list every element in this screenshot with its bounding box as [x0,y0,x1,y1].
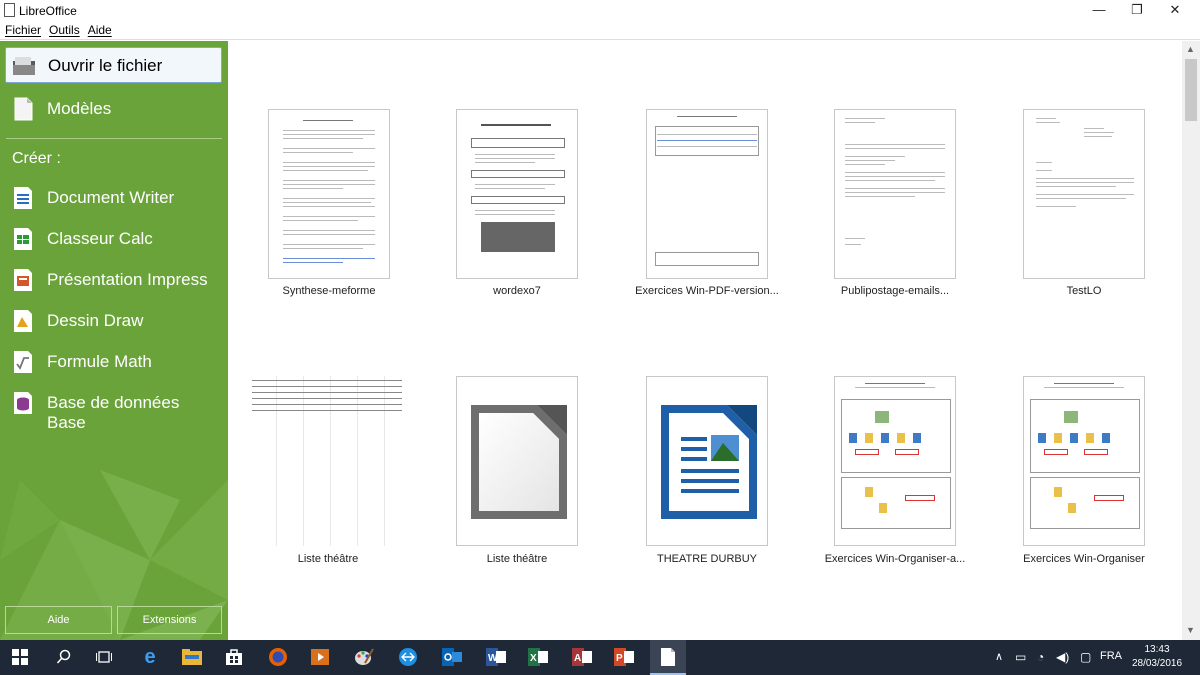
access-icon[interactable]: A [570,645,594,669]
scrollbar-thumb[interactable] [1185,59,1197,121]
create-math-button[interactable]: Formule Math [5,344,222,380]
writer-label: Document Writer [47,188,175,207]
menu-bar: Fichier Outils Aide [0,22,1200,40]
folder-icon [13,57,35,75]
start-center-sidebar: Ouvrir le fichier Modèles Créer : Docume… [0,41,228,640]
scroll-down-icon[interactable]: ▼ [1186,625,1195,635]
recent-doc-thumbnail[interactable] [646,109,768,279]
recent-doc-title: Liste théâtre [486,553,548,565]
recent-doc-thumbnail[interactable] [834,109,956,279]
recent-doc-title: Exercices Win-Organiser [1023,553,1145,565]
impress-label: Présentation Impress [47,270,208,289]
libreoffice-generic-icon [471,405,567,519]
title-bar: LibreOffice — ❐ ✕ [0,0,1200,22]
task-view-icon[interactable] [92,645,116,669]
math-label: Formule Math [47,352,152,371]
recent-doc-title: Publipostage-emails... [840,285,950,297]
show-hidden-icons-icon[interactable]: ∧ [995,650,1003,663]
notification-icon[interactable]: ▢ [1080,650,1091,664]
draw-icon [14,310,32,332]
create-impress-button[interactable]: Présentation Impress [5,262,222,298]
svg-text:P: P [616,653,623,664]
recent-doc-thumbnail[interactable] [268,109,390,279]
extensions-button[interactable]: Extensions [117,606,222,634]
writer-document-icon [661,405,757,519]
recent-doc-title: Synthese-meforme [282,285,376,297]
windows-start-icon[interactable] [8,645,32,669]
create-heading: Créer : [12,150,61,167]
recent-doc-title: Liste théâtre [297,553,359,565]
calc-icon [14,228,32,250]
base-label: Base de données Base [47,393,180,432]
firefox-icon[interactable] [266,645,290,669]
impress-icon [14,269,32,291]
recent-documents-panel: Synthese-meforme wordexo7 Exercices Win-… [228,41,1182,640]
word-icon[interactable]: W [484,645,508,669]
excel-icon[interactable]: X [526,645,550,669]
templates-button[interactable]: Modèles [5,91,222,127]
store-icon[interactable] [222,645,246,669]
open-file-button[interactable]: Ouvrir le fichier [5,47,222,83]
menu-aide[interactable]: Aide [84,22,116,37]
recent-doc-thumbnail[interactable] [646,376,768,546]
create-draw-button[interactable]: Dessin Draw [5,303,222,339]
svg-text:W: W [488,653,498,664]
create-base-button[interactable]: Base de données Base [5,385,222,432]
search-icon[interactable] [52,645,76,669]
svg-text:X: X [530,653,537,664]
menu-fichier[interactable]: Fichier [0,22,45,37]
base-icon [14,392,32,414]
templates-icon [14,97,33,121]
system-clock[interactable]: 13:43 28/03/2016 [1128,643,1186,671]
create-writer-button[interactable]: Document Writer [5,180,222,216]
writer-icon [14,187,32,209]
menu-outils[interactable]: Outils [45,22,84,37]
recent-doc-thumbnail[interactable] [456,376,578,546]
language-indicator[interactable]: FRA [1100,650,1122,662]
battery-icon[interactable]: ▭ [1015,650,1026,664]
paint-icon[interactable] [352,645,376,669]
windows-taskbar: e W X A P ∧ ▭ ◔ ◀) ▢ FRA 13:43 28/03/201… [0,640,1200,675]
volume-icon[interactable]: ◀) [1056,650,1069,664]
recent-doc-thumbnail[interactable] [456,109,578,279]
recent-doc-title: wordexo7 [493,285,541,297]
teamviewer-icon[interactable] [396,645,420,669]
libreoffice-icon [4,3,15,17]
recent-doc-title: THEATRE DURBUY [656,553,758,565]
recent-doc-title: Exercices Win-PDF-version... [635,285,779,297]
clock-date: 28/03/2016 [1131,658,1183,669]
outlook-icon[interactable] [440,645,464,669]
libreoffice-taskbar-icon[interactable] [650,640,686,675]
recent-doc-thumbnail[interactable] [1023,376,1145,546]
recent-doc-thumbnail[interactable] [834,376,956,546]
edge-icon[interactable]: e [138,645,162,669]
window-title: LibreOffice [19,4,77,18]
draw-label: Dessin Draw [47,311,144,330]
help-button[interactable]: Aide [5,606,112,634]
recent-doc-thumbnail[interactable] [250,376,405,546]
vertical-scrollbar[interactable]: ▲ ▼ [1182,41,1200,640]
open-file-label: Ouvrir le fichier [48,56,163,75]
math-icon [14,351,32,373]
recent-doc-title: TestLO [1066,285,1102,297]
recent-doc-thumbnail[interactable] [1023,109,1145,279]
templates-label: Modèles [47,99,112,118]
scroll-up-icon[interactable]: ▲ [1186,44,1195,54]
recent-doc-title: Exercices Win-Organiser-a... [824,553,966,565]
svg-text:A: A [574,653,581,664]
file-explorer-icon[interactable] [180,645,204,669]
wifi-icon[interactable]: ◔ [1037,650,1044,664]
create-calc-button[interactable]: Classeur Calc [5,221,222,257]
clock-time: 13:43 [1144,644,1170,655]
powerpoint-icon[interactable]: P [612,645,636,669]
calc-label: Classeur Calc [47,229,153,248]
sidebar-divider [6,138,222,139]
media-player-icon[interactable] [308,645,332,669]
close-button[interactable]: ✕ [1152,0,1198,22]
